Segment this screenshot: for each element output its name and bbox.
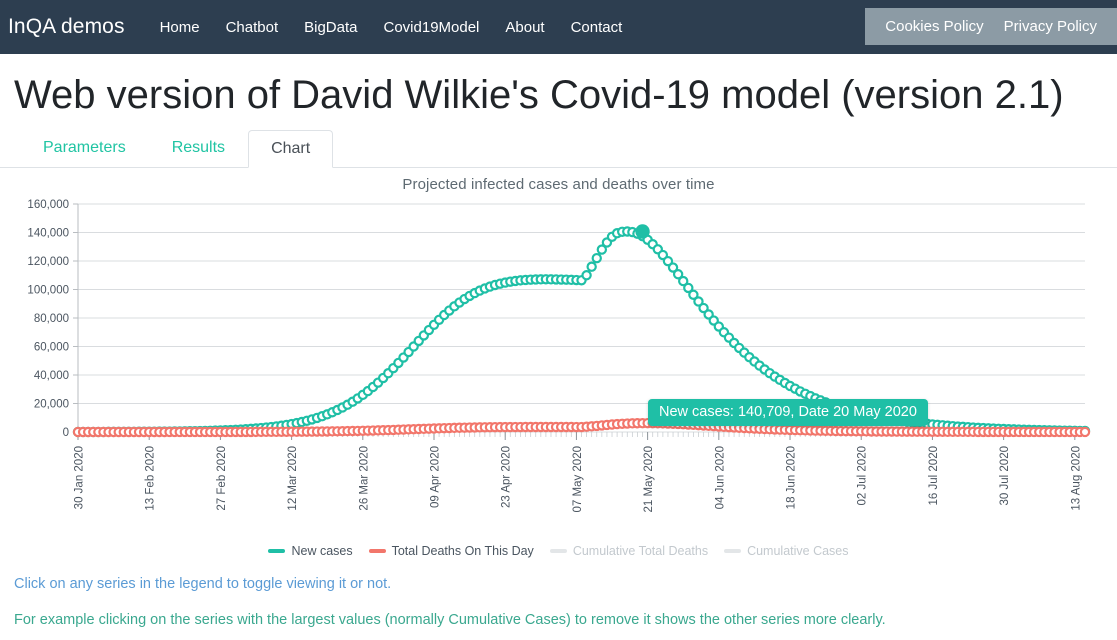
svg-text:0: 0 [63,427,69,439]
legend-swatch-icon [724,549,742,553]
nav-link-covid19model[interactable]: Covid19Model [371,19,493,36]
svg-text:12 Mar 2020: 12 Mar 2020 [287,446,299,511]
footer-hint-2: For example clicking on the series with … [14,612,886,628]
svg-text:02 Jul 2020: 02 Jul 2020 [857,446,869,505]
tab-bar: Parameters Results Chart [0,129,1117,168]
svg-text:16 Jul 2020: 16 Jul 2020 [928,446,940,505]
chart-plot-wrapper[interactable]: 0 20,000 40,000 60,000 80,000 100,000 120,000 1… [0,193,1117,538]
nav-link-home[interactable]: Home [147,19,213,36]
svg-text:18 Jun 2020: 18 Jun 2020 [786,446,798,509]
svg-text:140,000: 140,000 [27,228,69,240]
svg-text:40,000: 40,000 [34,370,69,382]
svg-text:60,000: 60,000 [34,342,69,354]
svg-text:04 Jun 2020: 04 Jun 2020 [714,446,726,509]
svg-text:30 Jul 2020: 30 Jul 2020 [999,446,1011,505]
svg-text:160,000: 160,000 [27,199,69,211]
policy-links-box: Cookies Policy Privacy Policy [865,8,1117,45]
nav-link-chatbot[interactable]: Chatbot [213,19,292,36]
tab-parameters[interactable]: Parameters [20,129,149,167]
nav-link-bigdata[interactable]: BigData [291,19,370,36]
chart-title: Projected infected cases and deaths over… [402,176,715,193]
svg-text:27 Feb 2020: 27 Feb 2020 [216,446,228,511]
chart-area: Projected infected cases and deaths over… [0,168,1117,548]
footer: Click on any series in the legend to tog… [0,576,1117,628]
nav-link-about[interactable]: About [492,19,557,36]
svg-text:09 Apr 2020: 09 Apr 2020 [430,446,442,508]
legend-swatch-icon [549,549,567,553]
svg-text:80,000: 80,000 [34,313,69,325]
tab-results[interactable]: Results [149,129,248,167]
svg-text:21 May 2020: 21 May 2020 [643,446,655,513]
page-title: Web version of David Wilkie's Covid-19 m… [14,73,1064,117]
svg-text:30 Jan 2020: 30 Jan 2020 [74,446,86,509]
tab-chart[interactable]: Chart [248,130,334,168]
svg-text:13 Aug 2020: 13 Aug 2020 [1070,446,1082,511]
nav-link-contact[interactable]: Contact [558,19,636,36]
svg-text:23 Apr 2020: 23 Apr 2020 [501,446,513,508]
chart-svg[interactable]: 0 20,000 40,000 60,000 80,000 100,000 120,000 1… [0,193,1117,538]
svg-text:120,000: 120,000 [27,256,69,268]
nav-links: Home Chatbot BigData Covid19Model About … [147,19,636,36]
svg-text:20,000: 20,000 [34,399,69,411]
cookies-policy-link[interactable]: Cookies Policy [875,18,993,35]
navbar: InQA demos Home Chatbot BigData Covid19M… [0,0,1117,54]
svg-text:07 May 2020: 07 May 2020 [572,446,584,513]
legend-swatch-icon [368,549,386,553]
chart-tooltip: New cases: 140,709, Date 20 May 2020 [648,399,928,426]
footer-hint-1: Click on any series in the legend to tog… [14,576,392,592]
svg-text:26 Mar 2020: 26 Mar 2020 [358,446,370,511]
legend-swatch-icon [268,549,286,553]
brand-logo[interactable]: InQA demos [8,15,125,39]
privacy-policy-link[interactable]: Privacy Policy [994,18,1107,35]
svg-text:100,000: 100,000 [27,285,69,297]
svg-text:13 Feb 2020: 13 Feb 2020 [145,446,157,511]
